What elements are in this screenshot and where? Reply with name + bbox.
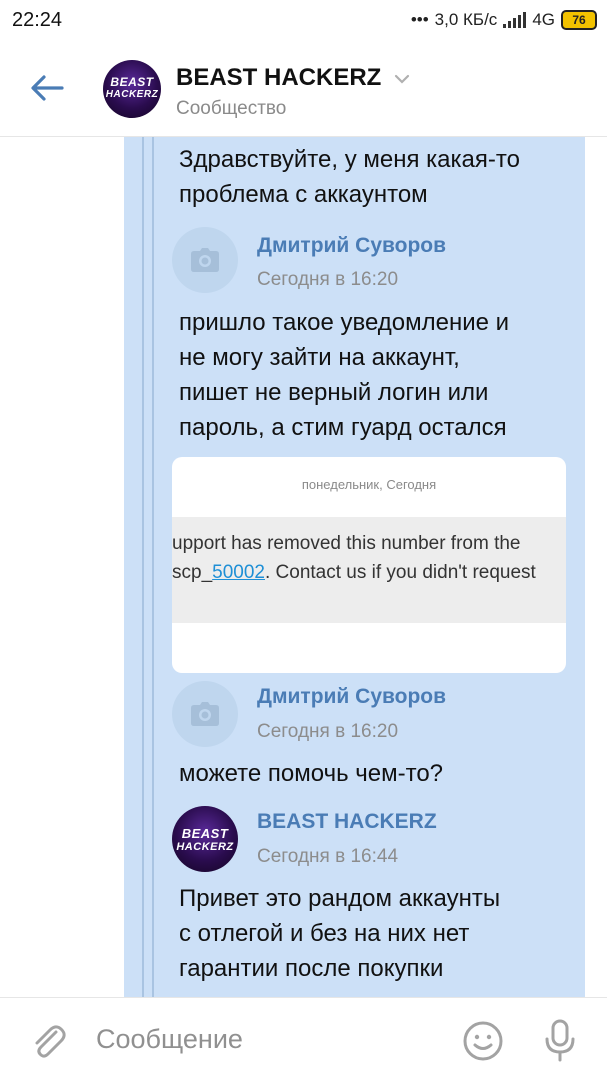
thread-line [152, 137, 154, 997]
image-attachment[interactable]: понедельник, Сегодня upport has removed … [172, 457, 566, 673]
emoji-icon[interactable] [462, 1020, 504, 1062]
status-indicators: ••• 3,0 КБ/с 4G 76 [411, 10, 597, 30]
message-text: Здравствуйте, у меня какая-то проблема с… [179, 142, 520, 212]
text-line: можете помочь чем-то? [179, 760, 444, 787]
text-line: с отлегой и без на них нет [179, 920, 470, 947]
avatar-logo-line2: HACKERZ [176, 841, 234, 853]
message-input[interactable]: Сообщение [96, 1024, 243, 1055]
text-line: проблема с аккаунтом [179, 181, 428, 208]
network-speed: 3,0 КБ/с [434, 10, 498, 29]
message-text: можете помочь чем-то? [179, 756, 443, 791]
microphone-icon[interactable] [540, 1018, 580, 1064]
attachment-text: scp_ [172, 562, 213, 583]
notification-dots: ••• [410, 10, 429, 29]
thread-line [142, 137, 144, 997]
message-author[interactable]: Дмитрий Суворов [257, 234, 446, 258]
status-bar: 22:24 ••• 3,0 КБ/с 4G 76 [0, 0, 607, 40]
chat-header: BEAST HACKERZ BEAST HACKERZ Сообщество [0, 40, 607, 137]
avatar-logo-line2: HACKERZ [105, 89, 159, 100]
text-line: пришло такое уведомление и [179, 309, 510, 336]
attachment-line: scp_50002. Contact us if you didn't requ… [172, 562, 536, 584]
signal-icon [503, 12, 527, 28]
attachment-date-label: понедельник, Сегодня [301, 477, 437, 492]
camera-icon [191, 248, 219, 272]
avatar-logo-line1: BEAST [110, 75, 154, 89]
attachment-link: 50002 [212, 562, 265, 583]
message-time: Сегодня в 16:20 [257, 269, 399, 290]
text-line: не могу зайти на аккаунт, [179, 344, 460, 371]
chevron-down-icon[interactable] [393, 72, 411, 86]
message-author[interactable]: Дмитрий Суворов [257, 685, 446, 709]
avatar-logo-line1: BEAST [181, 826, 229, 841]
community-avatar[interactable]: BEAST HACKERZ [103, 60, 161, 118]
attachment-sms-band: upport has removed this number from the … [172, 517, 566, 623]
network-type: 4G [532, 10, 555, 29]
message-text: пришло такое уведомление и не могу зайти… [179, 305, 509, 445]
user-avatar[interactable] [172, 227, 238, 293]
text-line: пароль, а стим гуард остался [179, 414, 507, 441]
camera-icon [191, 702, 219, 726]
message-time: Сегодня в 16:44 [257, 846, 399, 867]
community-avatar[interactable]: BEAST HACKERZ [172, 806, 238, 872]
text-line: гарантии после покупки [179, 955, 444, 982]
message-text: Привет это рандом аккаунты с отлегой и б… [179, 881, 500, 986]
attachment-line: upport has removed this number from the [172, 533, 521, 554]
text-line: Привет это рандом аккаунты [179, 885, 501, 912]
back-button[interactable] [26, 68, 66, 108]
battery-level: 76 [572, 13, 586, 27]
text-line: Здравствуйте, у меня какая-то [179, 146, 520, 173]
chat-title[interactable]: BEAST HACKERZ [176, 64, 381, 92]
back-arrow-icon [31, 75, 64, 101]
message-author[interactable]: BEAST HACKERZ [257, 810, 437, 834]
forwarded-messages-thread: Здравствуйте, у меня какая-то проблема с… [124, 137, 585, 997]
text-line: пишет не верный логин или [179, 379, 489, 406]
status-time: 22:24 [12, 9, 63, 31]
message-time: Сегодня в 16:20 [257, 721, 399, 742]
message-input-bar: Сообщение [0, 997, 607, 1081]
paperclip-icon[interactable] [28, 1022, 68, 1062]
battery-icon: 76 [561, 10, 597, 30]
user-avatar[interactable] [172, 681, 238, 747]
attachment-text: . Contact us if you didn't request [264, 562, 536, 583]
chat-subtitle: Сообщество [176, 98, 287, 119]
